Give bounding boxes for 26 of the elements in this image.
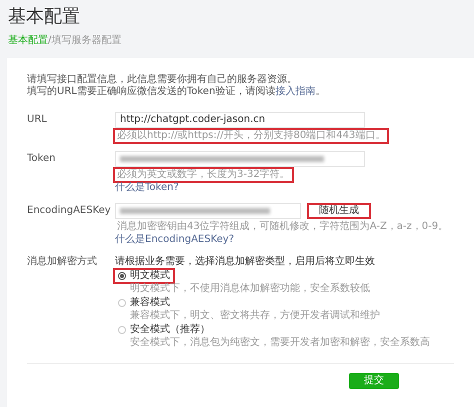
- hint-text: 必须以http://或https://开头，分别支持80端口和443端口。: [115, 130, 388, 142]
- radio-button[interactable]: [118, 272, 126, 280]
- help-link[interactable]: 什么是Token?: [115, 182, 179, 194]
- option-note: 明文模式下，不使用消息体加解密功能，安全系数较低: [129, 283, 371, 295]
- option-note: 安全模式下，消息包为纯密文，需要开发者加密和解密，安全系数高: [129, 337, 430, 349]
- input-value: http://chatgpt.coder-jason.cn: [120, 114, 266, 126]
- radio-option[interactable]: 安全模式（推荐）: [115, 324, 213, 336]
- generate-button[interactable]: 随机生成: [307, 203, 371, 219]
- input-field[interactable]: http://chatgpt.coder-jason.cn: [115, 112, 365, 128]
- radio-option[interactable]: 兼容模式: [115, 297, 173, 309]
- field-label: EncodingAESKey: [27, 204, 112, 218]
- intro-text: 请填写接口配置信息，此信息需要你拥有自己的服务器资源。: [27, 74, 298, 86]
- option-note: 兼容模式下，明文、密文将共存，方便开发者调试和维护: [129, 310, 381, 322]
- field-label: 消息加解密方式: [27, 256, 98, 269]
- input-field[interactable]: [115, 203, 301, 219]
- page-title: 基本配置: [8, 5, 81, 29]
- hint-text: 消息加密密钥由43位字符组成，可随机修改，字符范围为A-Z，a-z，0-9。: [116, 221, 450, 233]
- breadcrumb-separator: /: [48, 34, 52, 48]
- input-field[interactable]: [115, 151, 365, 167]
- mode-description: 请根据业务需要，选择消息加解密类型，启用后将立即生效: [115, 256, 376, 268]
- hint-text: 必须为英文或数字，长度为3-32字符。: [115, 169, 292, 181]
- field-label: Token: [27, 152, 56, 166]
- intro-text: 填写的URL需要正确响应微信发送的Token验证，请阅读接入指南。: [27, 86, 326, 98]
- field-label: URL: [27, 113, 48, 127]
- radio-option[interactable]: 明文模式: [115, 270, 173, 282]
- help-link[interactable]: 什么是EncodingAESKey?: [115, 234, 234, 246]
